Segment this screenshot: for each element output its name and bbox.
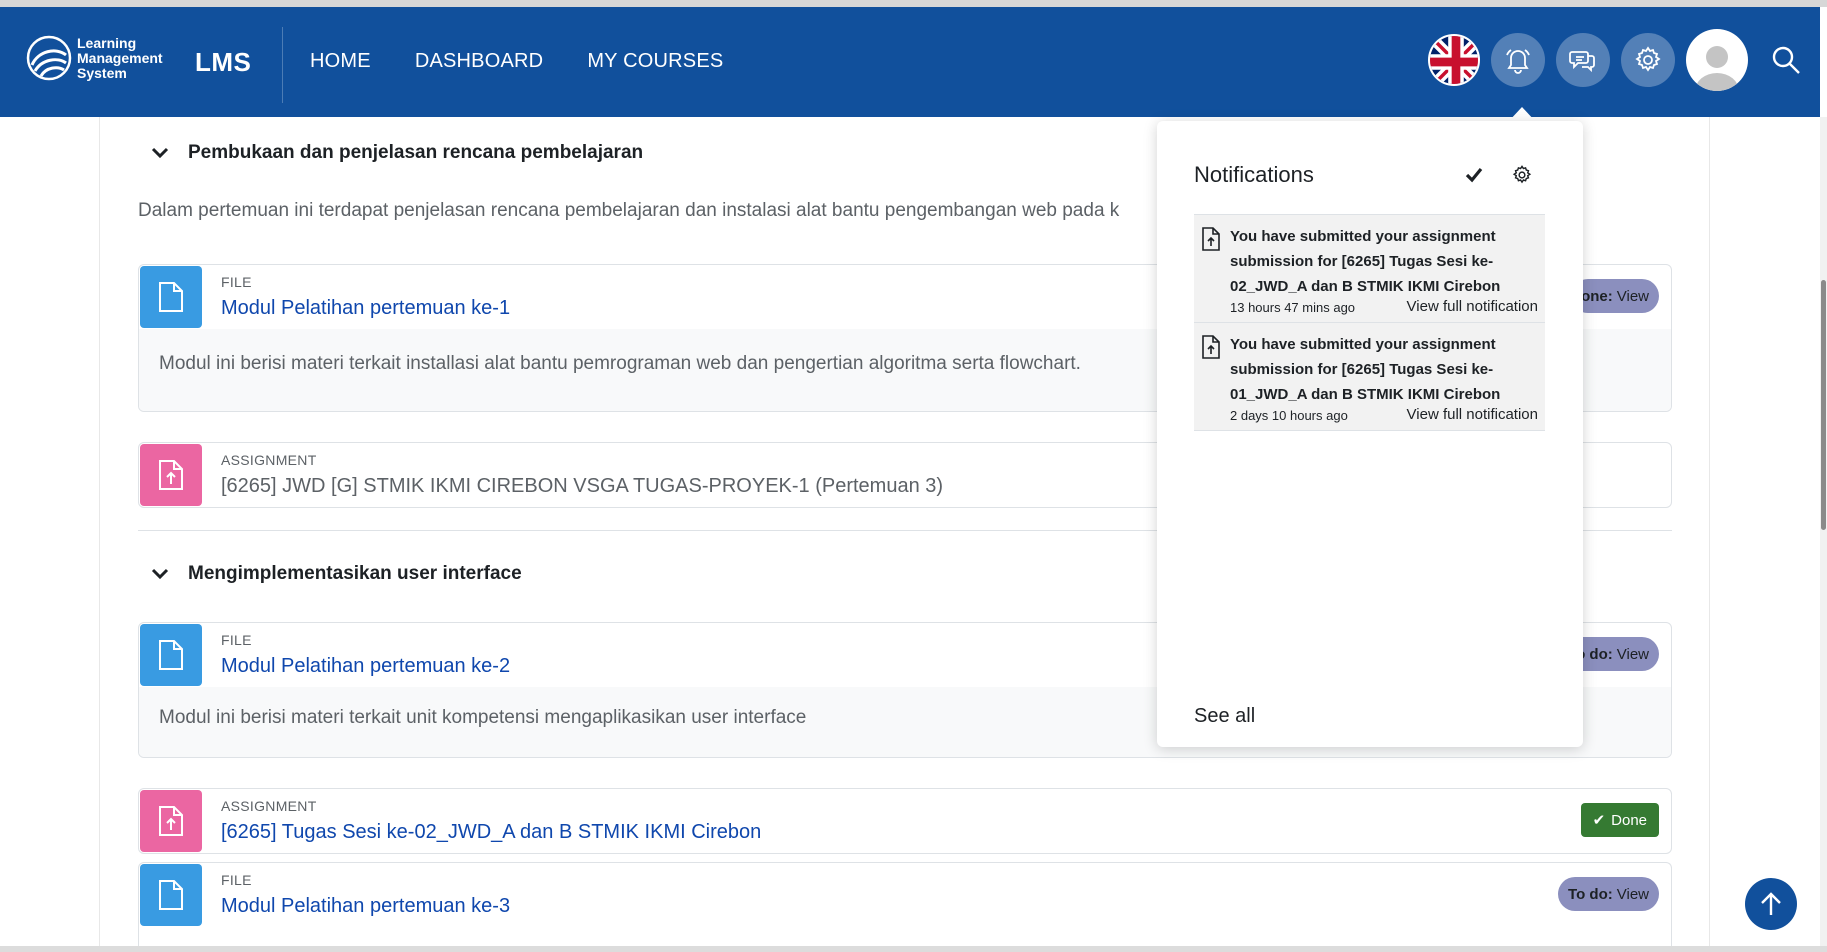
file-icon: [140, 266, 202, 328]
section-header-2[interactable]: Mengimplementasikan user interface: [150, 563, 522, 585]
done-badge: ✔ Done: [1580, 803, 1659, 837]
chevron-down-icon[interactable]: [150, 564, 170, 584]
bell-icon: [1506, 49, 1530, 74]
activity-type: ASSIGNMENT: [221, 798, 317, 814]
view-full-notification-link[interactable]: View full notification: [1407, 406, 1538, 423]
assignment-upload-icon: [1202, 335, 1220, 359]
notification-item[interactable]: You have submitted your assignment submi…: [1194, 215, 1545, 323]
activity-link[interactable]: Modul Pelatihan pertemuan ke-2: [221, 655, 510, 678]
content-border-left: [99, 117, 100, 952]
logo-text: Learning Management System: [77, 34, 163, 81]
messages-button[interactable]: [1556, 33, 1610, 87]
activity-link[interactable]: [6265] JWD [G] STMIK IKMI CIREBON VSGA T…: [221, 475, 943, 498]
view-full-notification-link[interactable]: View full notification: [1407, 298, 1538, 315]
nav-my-courses-link[interactable]: MY COURSES: [587, 50, 723, 73]
content-border-right: [1709, 117, 1710, 952]
notifications-list: You have submitted your assignment submi…: [1194, 214, 1545, 431]
notifications-button[interactable]: [1491, 33, 1545, 87]
logo-swirl-icon: [26, 35, 72, 81]
file-icon: [140, 624, 202, 686]
notification-time: 2 days 10 hours ago: [1230, 408, 1348, 423]
section-description: Dalam pertemuan ini terdapat penjelasan …: [138, 200, 1120, 221]
completion-badge: To do: View: [1558, 877, 1659, 911]
brand-name[interactable]: LMS: [195, 47, 251, 78]
section-header-1[interactable]: Pembukaan dan penjelasan rencana pembela…: [150, 142, 643, 164]
notifications-title: Notifications: [1194, 162, 1314, 187]
nav-divider: [282, 27, 283, 103]
badge-text: View: [1616, 885, 1649, 903]
notification-item[interactable]: You have submitted your assignment submi…: [1194, 323, 1545, 431]
gear-icon: [1635, 46, 1661, 72]
search-button[interactable]: [1766, 40, 1806, 80]
file-icon: [140, 864, 202, 926]
horizontal-scrollbar[interactable]: [0, 946, 1827, 952]
checkmark-icon: [1465, 167, 1483, 183]
activity-type: ASSIGNMENT: [221, 452, 317, 468]
badge-text: View: [1616, 287, 1649, 305]
site-logo[interactable]: Learning Management System: [26, 35, 163, 81]
notification-time: 13 hours 47 mins ago: [1230, 300, 1356, 315]
chat-icon: [1569, 51, 1595, 73]
see-all-notifications-link[interactable]: See all: [1194, 705, 1255, 728]
badge-text: View: [1616, 645, 1649, 663]
badge-status: To do:: [1568, 885, 1613, 903]
navbar: Learning Management System LMS HOME DASH…: [0, 7, 1820, 117]
scrollbar-thumb[interactable]: [1821, 280, 1826, 530]
chevron-down-icon[interactable]: [150, 143, 170, 163]
activity-card-assignment-2: ASSIGNMENT [6265] Tugas Sesi ke-02_JWD_A…: [138, 788, 1672, 854]
section-title: Pembukaan dan penjelasan rencana pembela…: [188, 142, 644, 163]
notifications-popover: Notifications You have submitted your as…: [1157, 121, 1583, 747]
notification-message: You have submitted your assignment submi…: [1230, 336, 1501, 403]
assignment-upload-icon: [140, 790, 202, 852]
user-menu-icons: [1428, 29, 1820, 91]
activity-type: FILE: [221, 872, 252, 888]
activity-card-file-3: FILE Modul Pelatihan pertemuan ke-3 To d…: [138, 862, 1672, 952]
activity-link[interactable]: Modul Pelatihan pertemuan ke-1: [221, 297, 510, 320]
mark-all-read-button[interactable]: [1462, 163, 1486, 187]
browser-top-strip: [0, 0, 1827, 7]
activity-type: FILE: [221, 632, 252, 648]
assignment-upload-icon: [140, 444, 202, 506]
notification-preferences-button[interactable]: [1510, 163, 1534, 187]
arrow-up-icon: [1761, 892, 1781, 915]
uk-flag-icon: [1430, 36, 1478, 84]
nav-dashboard-link[interactable]: DASHBOARD: [415, 50, 544, 73]
notification-message: You have submitted your assignment submi…: [1230, 228, 1501, 295]
back-to-top-button[interactable]: [1745, 878, 1797, 930]
default-avatar-icon: [1695, 46, 1739, 91]
page-scrollbar[interactable]: [1820, 117, 1827, 952]
search-icon: [1772, 46, 1800, 74]
language-selector-button[interactable]: [1428, 34, 1480, 86]
popover-caret: [1508, 107, 1536, 122]
settings-button[interactable]: [1621, 33, 1675, 87]
activity-link[interactable]: [6265] Tugas Sesi ke-02_JWD_A dan B STMI…: [221, 821, 761, 844]
section-title: Mengimplementasikan user interface: [188, 563, 522, 584]
badge-text: Done: [1611, 811, 1647, 829]
completion-badge: one: View: [1571, 279, 1659, 313]
gear-icon: [1512, 165, 1532, 184]
activity-link[interactable]: Modul Pelatihan pertemuan ke-3: [221, 895, 510, 918]
checkmark-icon: ✔: [1592, 812, 1606, 829]
nav-home-link[interactable]: HOME: [310, 50, 371, 73]
badge-status: one:: [1581, 287, 1613, 305]
user-avatar[interactable]: [1686, 29, 1748, 91]
primary-navigation: HOME DASHBOARD MY COURSES: [310, 50, 723, 73]
activity-type: FILE: [221, 274, 252, 290]
assignment-upload-icon: [1202, 227, 1220, 251]
